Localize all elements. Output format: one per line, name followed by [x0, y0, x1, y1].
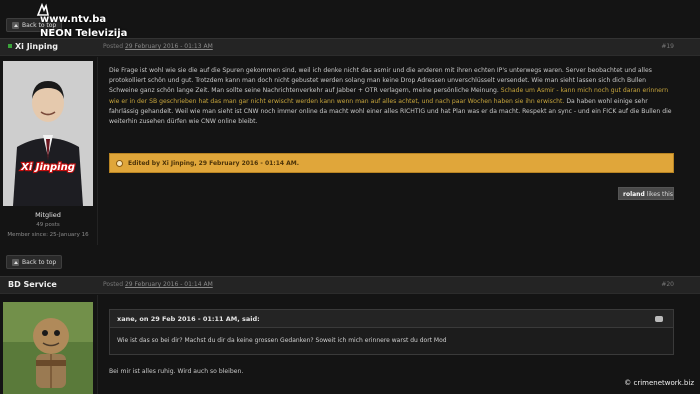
back-to-top-button[interactable]: Back to top [6, 255, 63, 269]
like-user[interactable]: roland [623, 191, 645, 198]
post-author[interactable]: Xi Jinping [8, 42, 58, 51]
online-status-icon [8, 44, 12, 48]
quote-block: xane, on 29 Feb 2016 - 01:11 AM, said: W… [109, 309, 674, 355]
author-column: Xi Jinping Mitglied 49 posts Member sinc… [0, 57, 96, 245]
back-to-top-icon [12, 259, 19, 266]
post-header: Xi Jinping Posted 29 February 2016 - 01:… [0, 38, 700, 56]
post-date: Posted 29 February 2016 - 01:14 AM [103, 281, 213, 288]
watermark-channel: NEON Televizija [40, 28, 128, 39]
post-divider [97, 57, 98, 245]
watermark-url: www.ntv.ba [40, 14, 107, 25]
back-to-top-icon [12, 22, 19, 29]
post-date: Posted 29 February 2016 - 01:13 AM [103, 43, 213, 50]
post-author[interactable]: BD Service [8, 280, 57, 289]
post-number[interactable]: #20 [661, 281, 674, 288]
post-number[interactable]: #19 [661, 43, 674, 50]
quote-text: Wie ist das so bei dir? Machst du dir da… [117, 337, 447, 344]
post-divider [97, 295, 98, 394]
avatar-caption: Xi Jinping [20, 162, 75, 173]
post-permalink[interactable]: 29 February 2016 - 01:13 AM [125, 43, 213, 50]
post-header: BD Service Posted 29 February 2016 - 01:… [0, 276, 700, 294]
member-title: Mitglied [35, 211, 61, 219]
quote-header: xane, on 29 Feb 2016 - 01:11 AM, said: [110, 310, 673, 328]
avatar[interactable]: Xi Jinping [3, 61, 93, 206]
avatar[interactable] [3, 302, 93, 394]
edited-notice: Edited by Xi Jinping, 29 February 2016 -… [109, 153, 674, 173]
post-content: Bei mir ist alles ruhig. Wird auch so bl… [109, 368, 244, 375]
posts-count: 49 posts [36, 222, 60, 228]
edit-info-icon [116, 160, 123, 167]
likes-bar[interactable]: roland likes this [618, 187, 674, 200]
quote-bubble-icon[interactable] [655, 316, 663, 322]
image-credit: © crimenetwork.biz [624, 379, 694, 387]
post-permalink[interactable]: 29 February 2016 - 01:14 AM [125, 281, 213, 288]
member-since: Member since: 25-January 16 [7, 232, 89, 238]
post-content: Die Frage ist wohl wie sie die auf die S… [109, 67, 672, 126]
